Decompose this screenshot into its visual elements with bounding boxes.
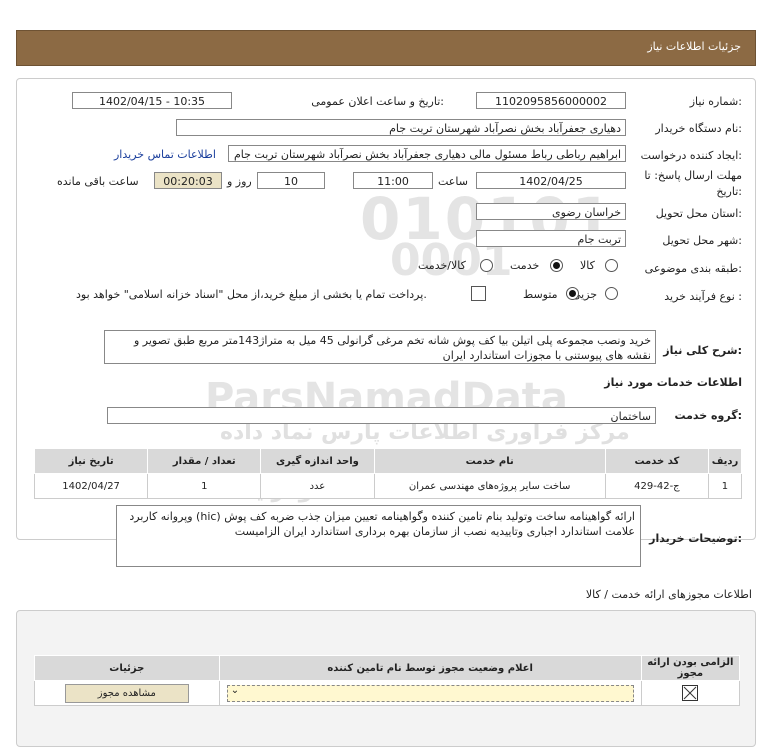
permit-details-cell: مشاهده مجوز xyxy=(34,680,220,706)
need-number-field: 1102095856000002 xyxy=(476,92,626,109)
process-radio-minor[interactable] xyxy=(605,287,618,300)
col-row: ردیف xyxy=(707,448,743,474)
process-option-medium: متوسط xyxy=(523,288,558,301)
cell-date: 1402/04/27 xyxy=(33,473,149,499)
col-qty: تعداد / مقدار xyxy=(147,448,262,474)
service-group-field: ساختمان xyxy=(107,407,656,424)
cell-unit: عدد xyxy=(260,473,375,499)
buyer-notes-label: توضیحات خریدار: xyxy=(649,532,742,545)
table-row: 1 ج-42-429 ساخت سایر پروژه‌های مهندسی عم… xyxy=(33,473,743,499)
permits-header-row: الزامی بودن ارائه مجوز اعلام وضعیت مجوز … xyxy=(34,655,741,681)
category-radio-service[interactable] xyxy=(550,259,563,272)
permit-status-cell: ⌄ xyxy=(218,680,642,706)
cell-row: 1 xyxy=(707,473,743,499)
announce-label: تاریخ و ساعت اعلان عمومی: xyxy=(311,95,444,108)
days-field: 10 xyxy=(257,172,325,189)
category-radio-goods[interactable] xyxy=(605,259,618,272)
province-label: استان محل تحویل: xyxy=(655,207,742,220)
cell-code: ج-42-429 xyxy=(604,473,709,499)
buyer-org-field: دهیاری جعفرآباد بخش نصرآباد شهرستان تربت… xyxy=(176,119,626,136)
remaining-time-field: 00:20:03 xyxy=(154,172,222,189)
process-label: نوع فرآیند خرید : xyxy=(664,290,742,303)
deadline-date-field: 1402/04/25 xyxy=(476,172,626,189)
deadline-time-field: 11:00 xyxy=(353,172,433,189)
buyer-org-label: نام دستگاه خریدار: xyxy=(655,122,742,135)
requester-field: ابراهیم رباطی رباط مسئول مالی دهیاری جعف… xyxy=(228,145,626,162)
permit-row: ⌄ مشاهده مجوز xyxy=(34,680,741,706)
remaining-label: ساعت باقی مانده xyxy=(57,175,139,188)
category-option-goods: کالا xyxy=(580,259,595,272)
process-radio-medium[interactable] xyxy=(566,287,579,300)
category-radio-goods-service[interactable] xyxy=(480,259,493,272)
announce-field: 1402/04/15 - 10:35 xyxy=(72,92,232,109)
col-code: کد خدمت xyxy=(604,448,709,474)
category-label: طبقه بندی موضوعی: xyxy=(644,262,742,275)
summary-text: خرید ونصب مجموعه پلی اتیلن بیا کف پوش شا… xyxy=(104,330,656,364)
city-label: شهر محل تحویل: xyxy=(662,234,742,247)
deadline-label: مهلت ارسال پاسخ: تا تاریخ: xyxy=(644,169,742,198)
days-label: روز و xyxy=(227,175,252,188)
col-permit-required: الزامی بودن ارائه مجوز xyxy=(640,655,741,681)
contact-buyer-link[interactable]: اطلاعات تماس خریدار xyxy=(114,148,216,161)
x-mark-icon xyxy=(684,686,697,700)
cell-qty: 1 xyxy=(147,473,262,499)
col-name: نام خدمت xyxy=(373,448,606,474)
col-permit-details: جزئیات xyxy=(34,655,220,681)
chevron-down-icon: ⌄ xyxy=(230,684,240,696)
col-date: تاریخ نیاز xyxy=(33,448,149,474)
cell-name: ساخت سایر پروژه‌های مهندسی عمران xyxy=(373,473,606,499)
page-title: جزئیات اطلاعات نیاز xyxy=(647,40,741,53)
province-field: خراسان رضوی xyxy=(476,203,626,220)
need-number-label: شماره نیاز: xyxy=(689,95,742,108)
page-header: جزئیات اطلاعات نیاز xyxy=(16,30,756,66)
permits-section-title: اطلاعات مجوزهای ارائه خدمت / کالا xyxy=(585,588,752,601)
services-section-title: اطلاعات خدمات مورد نیاز xyxy=(604,376,742,389)
services-header-row: ردیف کد خدمت نام خدمت واحد اندازه گیری ت… xyxy=(33,448,743,474)
permits-table: الزامی بودن ارائه مجوز اعلام وضعیت مجوز … xyxy=(34,655,741,706)
requester-label: ایجاد کننده درخواست: xyxy=(640,149,742,162)
permit-status-dropdown[interactable]: ⌄ xyxy=(226,684,634,702)
category-option-service: خدمت xyxy=(510,259,540,272)
view-permit-button[interactable]: مشاهده مجوز xyxy=(64,683,189,703)
service-group-label: گروه خدمت: xyxy=(674,409,742,422)
col-permit-status: اعلام وضعیت مجوز توسط نام تامین کننده xyxy=(218,655,642,681)
deadline-time-label: ساعت xyxy=(438,175,468,188)
summary-label: شرح کلی نیاز: xyxy=(663,344,742,357)
permit-required-cell xyxy=(640,680,741,706)
checked-box-icon xyxy=(682,685,699,701)
category-option-goods-service: کالا/خدمت xyxy=(418,259,466,272)
services-table: ردیف کد خدمت نام خدمت واحد اندازه گیری ت… xyxy=(33,448,743,499)
payment-checkbox[interactable] xyxy=(471,286,486,301)
buyer-notes-text: ارائه گواهینامه ساخت وتولید بنام تامین ک… xyxy=(116,505,641,567)
city-field: تربت جام xyxy=(476,230,626,247)
payment-note: پرداخت تمام یا بخشی از مبلغ خرید،از محل … xyxy=(76,288,427,301)
col-unit: واحد اندازه گیری xyxy=(260,448,375,474)
